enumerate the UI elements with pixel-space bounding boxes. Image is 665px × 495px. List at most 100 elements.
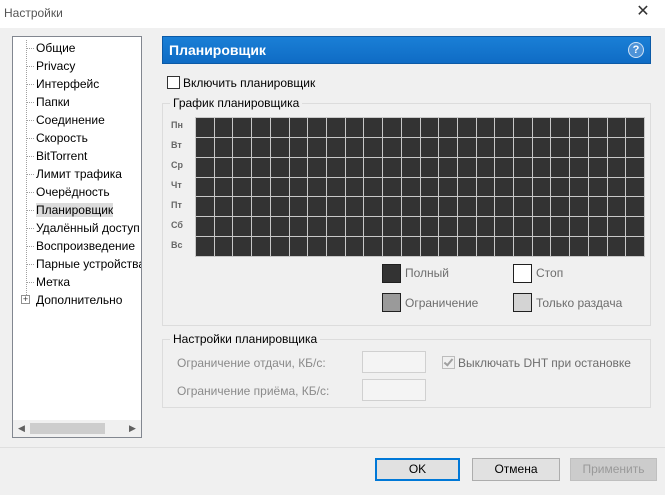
tree-item-interface[interactable]: Интерфейс [13,75,141,93]
schedule-cell[interactable] [588,197,607,217]
schedule-cell[interactable] [439,237,457,256]
schedule-cell[interactable] [551,177,570,197]
schedule-cell[interactable] [326,217,345,237]
schedule-cell[interactable] [420,197,439,217]
schedule-cell[interactable] [495,118,514,137]
schedule-cell[interactable] [364,157,383,177]
expand-icon[interactable]: + [21,295,30,304]
schedule-cell[interactable] [607,177,626,197]
tree-item-paired-devices[interactable]: Парные устройства [13,255,141,273]
schedule-cell[interactable] [588,157,607,177]
tree-horizontal-scrollbar[interactable]: ◀ ▶ [13,420,141,437]
schedule-cell[interactable] [476,157,495,177]
schedule-cell[interactable] [570,157,588,177]
schedule-cell[interactable] [383,237,401,256]
schedule-cell[interactable] [570,197,588,217]
schedule-cell[interactable] [326,157,345,177]
schedule-cell[interactable] [308,197,326,217]
schedule-cell[interactable] [514,137,532,157]
schedule-cell[interactable] [364,177,383,197]
schedule-cell[interactable] [420,177,439,197]
schedule-cell[interactable] [570,217,588,237]
help-icon[interactable]: ? [628,42,644,58]
schedule-cell[interactable] [551,237,570,256]
schedule-cell[interactable] [383,217,401,237]
schedule-cell[interactable] [196,157,214,177]
schedule-cell[interactable] [214,157,233,177]
download-limit-input[interactable] [362,379,426,401]
schedule-cell[interactable] [495,197,514,217]
schedule-cell[interactable] [289,177,308,197]
schedule-cell[interactable] [626,217,644,237]
schedule-cell[interactable] [495,177,514,197]
schedule-cell[interactable] [551,137,570,157]
schedule-cell[interactable] [401,118,420,137]
schedule-cell[interactable] [252,217,270,237]
schedule-cell[interactable] [420,217,439,237]
schedule-cell[interactable] [326,237,345,256]
schedule-cell[interactable] [570,118,588,137]
schedule-cell[interactable] [607,217,626,237]
disable-dht-checkbox[interactable] [442,356,455,369]
schedule-cell[interactable] [308,217,326,237]
schedule-cell[interactable] [383,137,401,157]
schedule-cell[interactable] [308,177,326,197]
tree-item-remote[interactable]: Удалённый доступ [13,219,141,237]
schedule-cell[interactable] [196,118,214,137]
schedule-cell[interactable] [214,197,233,217]
schedule-cell[interactable] [588,118,607,137]
schedule-cell[interactable] [233,137,252,157]
close-icon[interactable]: ✕ [635,4,651,20]
schedule-cell[interactable] [401,237,420,256]
schedule-cell[interactable] [252,237,270,256]
tree-item-privacy[interactable]: Privacy [13,57,141,75]
schedule-cell[interactable] [252,118,270,137]
schedule-cell[interactable] [439,197,457,217]
schedule-cell[interactable] [233,217,252,237]
upload-limit-input[interactable] [362,351,426,373]
schedule-cell[interactable] [308,157,326,177]
schedule-cell[interactable] [551,157,570,177]
schedule-cell[interactable] [532,237,551,256]
schedule-cell[interactable] [420,137,439,157]
schedule-cell[interactable] [626,137,644,157]
schedule-cell[interactable] [270,157,289,177]
tree-item-speed[interactable]: Скорость [13,129,141,147]
schedule-cell[interactable] [383,157,401,177]
schedule-cell[interactable] [626,177,644,197]
schedule-cell[interactable] [476,217,495,237]
ok-button[interactable]: OK [375,458,460,481]
schedule-cell[interactable] [289,137,308,157]
schedule-cell[interactable] [383,197,401,217]
schedule-cell[interactable] [495,137,514,157]
schedule-cell[interactable] [401,157,420,177]
schedule-cell[interactable] [196,237,214,256]
schedule-cell[interactable] [401,137,420,157]
schedule-cell[interactable] [252,157,270,177]
schedule-cell[interactable] [457,118,476,137]
schedule-cell[interactable] [270,137,289,157]
schedule-cell[interactable] [532,217,551,237]
schedule-cell[interactable] [420,118,439,137]
schedule-cell[interactable] [532,197,551,217]
schedule-cell[interactable] [345,137,364,157]
schedule-cell[interactable] [233,177,252,197]
tree-item-folders[interactable]: Папки [13,93,141,111]
schedule-cell[interactable] [270,237,289,256]
schedule-cell[interactable] [457,177,476,197]
schedule-cell[interactable] [196,197,214,217]
schedule-cell[interactable] [196,137,214,157]
schedule-cell[interactable] [588,137,607,157]
schedule-cell[interactable] [383,177,401,197]
schedule-cell[interactable] [233,197,252,217]
enable-scheduler-label[interactable]: Включить планировщик [183,76,315,90]
schedule-cell[interactable] [401,177,420,197]
schedule-cell[interactable] [214,118,233,137]
schedule-cell[interactable] [514,177,532,197]
schedule-cell[interactable] [457,217,476,237]
schedule-cell[interactable] [495,157,514,177]
schedule-cell[interactable] [326,137,345,157]
tree-item-queueing[interactable]: Очерёдность [13,183,141,201]
schedule-cell[interactable] [588,237,607,256]
schedule-cell[interactable] [401,217,420,237]
